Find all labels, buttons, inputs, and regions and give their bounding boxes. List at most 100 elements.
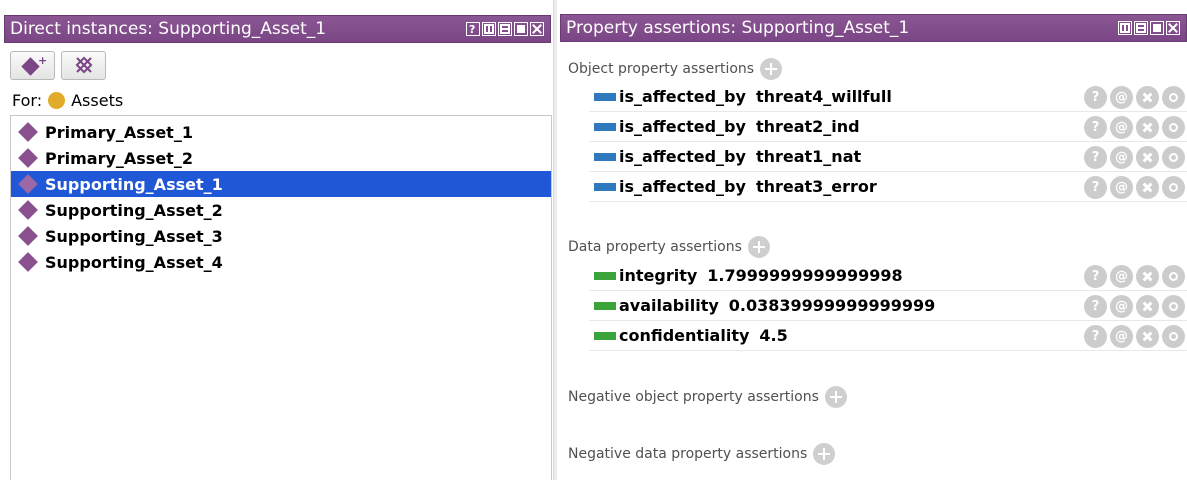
delete-icon[interactable] bbox=[1136, 325, 1159, 348]
data-assertion-row[interactable]: availability 0.03839999999999999 ? @ bbox=[589, 291, 1187, 321]
annotate-icon[interactable]: @ bbox=[1110, 146, 1133, 169]
individual-label: Supporting_Asset_2 bbox=[45, 200, 223, 220]
row-actions: ? @ bbox=[1084, 146, 1185, 169]
negative-data-property-assertions-header: Negative data property assertions bbox=[568, 443, 836, 465]
object-assertion-row[interactable]: is_affected_by threat4_willfull ? @ bbox=[589, 82, 1187, 112]
list-item-primary-asset-2[interactable]: Primary_Asset_2 bbox=[11, 145, 551, 171]
property-name: confidentiality bbox=[619, 326, 750, 345]
edit-icon[interactable] bbox=[1162, 295, 1185, 318]
add-individual-icon bbox=[21, 57, 40, 76]
direct-instances-title: Direct instances: Supporting_Asset_1 bbox=[10, 19, 327, 39]
list-item-primary-asset-1[interactable]: Primary_Asset_1 bbox=[11, 119, 551, 145]
help-icon[interactable]: ? bbox=[1084, 116, 1107, 139]
direct-instances-titlebar: Direct instances: Supporting_Asset_1 bbox=[4, 15, 551, 43]
individual-diamond-icon bbox=[18, 226, 38, 246]
property-assertions-titlebar: Property assertions: Supporting_Asset_1 bbox=[560, 14, 1187, 42]
add-data-assertion-icon[interactable] bbox=[747, 236, 770, 258]
individuals-list: Primary_Asset_1 Primary_Asset_2 Supporti… bbox=[10, 115, 552, 480]
for-class-row: For: Assets bbox=[12, 91, 123, 110]
add-individual-button[interactable]: + bbox=[10, 51, 55, 80]
data-assertion-row[interactable]: confidentiality 4.5 ? @ bbox=[589, 321, 1187, 351]
object-property-assertions-header: Object property assertions bbox=[568, 58, 783, 80]
property-value: 1.7999999999999998 bbox=[707, 266, 903, 285]
delete-icon[interactable] bbox=[1136, 146, 1159, 169]
split-vertical-icon[interactable] bbox=[1118, 21, 1132, 35]
edit-icon[interactable] bbox=[1162, 265, 1185, 288]
annotate-icon[interactable]: @ bbox=[1110, 265, 1133, 288]
individual-label: Primary_Asset_1 bbox=[45, 122, 193, 142]
annotate-icon[interactable]: @ bbox=[1110, 116, 1133, 139]
help-icon[interactable]: ? bbox=[1084, 295, 1107, 318]
negative-object-property-assertions-header: Negative object property assertions bbox=[568, 386, 847, 408]
delete-icon[interactable] bbox=[1136, 295, 1159, 318]
class-circle-icon bbox=[48, 92, 66, 109]
section-label: Negative object property assertions bbox=[568, 389, 819, 405]
close-icon[interactable] bbox=[530, 22, 544, 36]
individual-label: Supporting_Asset_3 bbox=[45, 226, 223, 246]
help-icon[interactable]: ? bbox=[1084, 146, 1107, 169]
help-icon[interactable]: ? bbox=[1084, 86, 1107, 109]
instances-toolbar: + bbox=[10, 51, 106, 80]
object-assertion-row[interactable]: is_affected_by threat1_nat ? @ bbox=[589, 142, 1187, 172]
add-negative-data-assertion-icon[interactable] bbox=[813, 443, 836, 465]
delete-individual-button[interactable] bbox=[61, 51, 106, 80]
row-actions: ? @ bbox=[1084, 295, 1185, 318]
delete-icon[interactable] bbox=[1136, 176, 1159, 199]
property-name: is_affected_by bbox=[619, 117, 746, 136]
annotate-icon[interactable]: @ bbox=[1110, 86, 1133, 109]
object-property-icon bbox=[594, 92, 616, 101]
maximize-icon[interactable] bbox=[514, 22, 528, 36]
individual-diamond-icon bbox=[18, 200, 38, 220]
edit-icon[interactable] bbox=[1162, 176, 1185, 199]
annotate-icon[interactable]: @ bbox=[1110, 325, 1133, 348]
help-icon[interactable] bbox=[466, 17, 480, 43]
help-icon[interactable]: ? bbox=[1084, 176, 1107, 199]
edit-icon[interactable] bbox=[1162, 325, 1185, 348]
property-name: is_affected_by bbox=[619, 147, 746, 166]
property-value: 4.5 bbox=[759, 326, 788, 345]
object-property-icon bbox=[594, 152, 616, 161]
property-assertions-panel: Property assertions: Supporting_Asset_1 … bbox=[557, 0, 1187, 480]
property-value: threat1_nat bbox=[755, 147, 862, 166]
object-property-icon bbox=[594, 122, 616, 131]
edit-icon[interactable] bbox=[1162, 116, 1185, 139]
split-horizontal-icon[interactable] bbox=[1134, 21, 1148, 35]
list-item-supporting-asset-2[interactable]: Supporting_Asset_2 bbox=[11, 197, 551, 223]
maximize-icon[interactable] bbox=[1150, 21, 1164, 35]
row-actions: ? @ bbox=[1084, 116, 1185, 139]
section-label: Negative data property assertions bbox=[568, 446, 808, 462]
row-actions: ? @ bbox=[1084, 325, 1185, 348]
annotate-icon[interactable]: @ bbox=[1110, 176, 1133, 199]
individual-label: Primary_Asset_2 bbox=[45, 148, 193, 168]
list-item-supporting-asset-4[interactable]: Supporting_Asset_4 bbox=[11, 249, 551, 275]
window-controls bbox=[1118, 21, 1180, 35]
list-item-supporting-asset-1[interactable]: Supporting_Asset_1 bbox=[11, 171, 551, 197]
delete-individual-icon bbox=[75, 56, 93, 74]
split-vertical-icon[interactable] bbox=[482, 22, 496, 36]
for-class-name[interactable]: Assets bbox=[71, 91, 123, 110]
data-assertion-row[interactable]: integrity 1.7999999999999998 ? @ bbox=[589, 261, 1187, 291]
object-assertion-row[interactable]: is_affected_by threat3_error ? @ bbox=[589, 172, 1187, 202]
add-negative-object-assertion-icon[interactable] bbox=[824, 386, 847, 408]
add-object-assertion-icon[interactable] bbox=[760, 58, 783, 80]
data-property-icon bbox=[594, 301, 616, 310]
edit-icon[interactable] bbox=[1162, 146, 1185, 169]
data-property-icon bbox=[594, 271, 616, 280]
help-icon[interactable]: ? bbox=[1084, 265, 1107, 288]
direct-instances-panel: Direct instances: Supporting_Asset_1 + F… bbox=[0, 0, 555, 480]
for-label: For: bbox=[12, 91, 43, 110]
property-name: is_affected_by bbox=[619, 87, 746, 106]
data-property-assertions-header: Data property assertions bbox=[568, 236, 770, 258]
edit-icon[interactable] bbox=[1162, 86, 1185, 109]
annotate-icon[interactable]: @ bbox=[1110, 295, 1133, 318]
list-item-supporting-asset-3[interactable]: Supporting_Asset_3 bbox=[11, 223, 551, 249]
close-icon[interactable] bbox=[1166, 21, 1180, 35]
split-horizontal-icon[interactable] bbox=[498, 22, 512, 36]
object-assertion-row[interactable]: is_affected_by threat2_ind ? @ bbox=[589, 112, 1187, 142]
property-value: threat3_error bbox=[755, 177, 877, 196]
delete-icon[interactable] bbox=[1136, 265, 1159, 288]
individual-label: Supporting_Asset_1 bbox=[45, 174, 223, 194]
delete-icon[interactable] bbox=[1136, 86, 1159, 109]
delete-icon[interactable] bbox=[1136, 116, 1159, 139]
help-icon[interactable]: ? bbox=[1084, 325, 1107, 348]
